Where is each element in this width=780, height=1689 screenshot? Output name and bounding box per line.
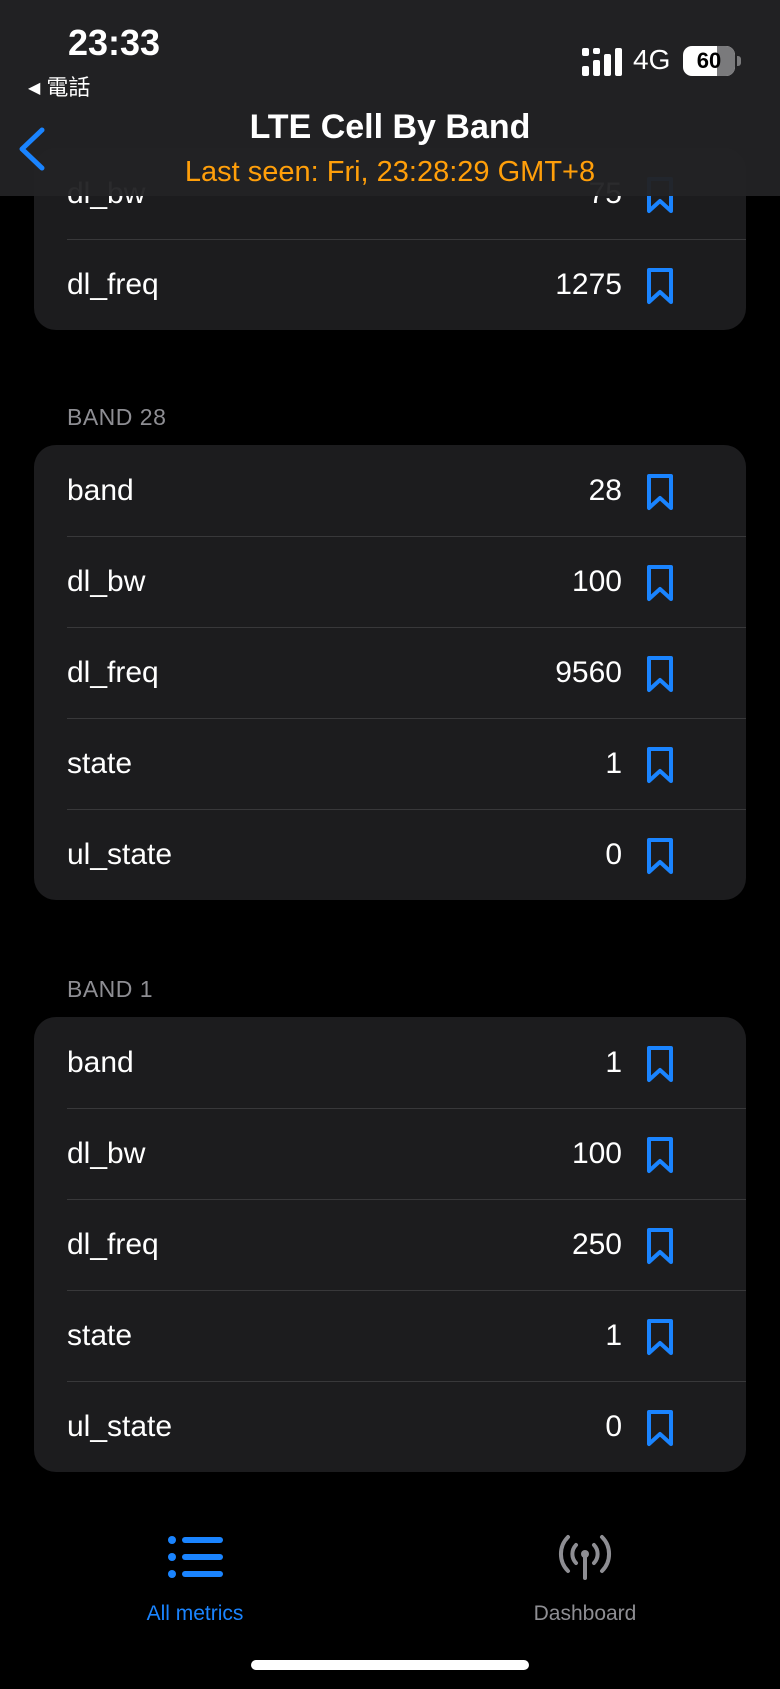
bookmark-icon[interactable] [646, 1409, 674, 1447]
bookmark-icon[interactable] [646, 564, 674, 602]
list-item[interactable]: state 1 [34, 1290, 746, 1381]
tab-bar: All metrics Dashboard [0, 1486, 780, 1689]
metric-key: band [67, 1046, 134, 1079]
metric-value: 1275 [555, 268, 622, 301]
antenna-icon [558, 1535, 612, 1580]
home-indicator[interactable] [251, 1660, 529, 1670]
back-app-label: 電話 [46, 75, 91, 100]
battery-icon: 60 [683, 46, 741, 76]
metric-key: dl_bw [67, 1137, 146, 1170]
page-title: LTE Cell By Band [249, 108, 531, 146]
tab-label: Dashboard [533, 1602, 637, 1625]
metric-value: 100 [571, 1137, 622, 1170]
back-to-app-link[interactable]: ◀ 電話 [28, 70, 90, 102]
section-header: BAND 1 [67, 976, 154, 1002]
bookmark-icon[interactable] [646, 655, 674, 693]
cellular-signal-icon [582, 48, 622, 76]
metric-key: state [67, 747, 133, 780]
metric-key: state [67, 1319, 133, 1352]
tab-all-metrics[interactable]: All metrics [65, 1486, 325, 1626]
metrics-list[interactable]: dl_bw 75 dl_freq 1275 BAND 28 band 28 dl… [0, 0, 780, 1689]
metric-key: band [67, 474, 134, 507]
metric-value: 0 [605, 1410, 622, 1443]
network-type: 4G [633, 44, 671, 75]
tab-label: All metrics [146, 1602, 244, 1625]
metric-key: ul_state [67, 1410, 173, 1443]
metric-value: 1 [605, 747, 622, 780]
metric-value: 100 [571, 565, 622, 598]
bookmark-icon[interactable] [646, 1136, 674, 1174]
last-seen-subtitle: Last seen: Fri, 23:28:29 GMT+8 [184, 156, 596, 188]
list-item[interactable]: ul_state 0 [34, 809, 746, 900]
list-item[interactable]: dl_freq 250 [34, 1199, 746, 1290]
list-item[interactable]: ul_state 0 [34, 1381, 746, 1472]
metric-value: 1 [605, 1319, 622, 1352]
section-header: BAND 28 [67, 404, 167, 430]
bookmark-icon[interactable] [646, 1227, 674, 1265]
bookmark-icon[interactable] [646, 1318, 674, 1356]
tab-dashboard[interactable]: Dashboard [455, 1486, 715, 1626]
list-item[interactable]: band 28 [34, 445, 746, 536]
bookmark-icon[interactable] [646, 473, 674, 511]
bookmark-icon[interactable] [646, 837, 674, 875]
metric-key: dl_freq [67, 268, 159, 301]
section-card: band 1 dl_bw 100 dl_freq 250 state 1 ul_… [34, 1017, 746, 1472]
metric-key: dl_freq [67, 656, 159, 689]
list-item[interactable]: dl_freq 9560 [34, 627, 746, 718]
bookmark-icon[interactable] [646, 267, 674, 305]
back-triangle-icon: ◀ [28, 80, 41, 97]
navigation-bar: 23:33 ◀ 電話 4G 60 LTE Cell By Band Last se… [0, 0, 780, 196]
metric-value: 1 [605, 1046, 622, 1079]
bookmark-icon[interactable] [646, 746, 674, 784]
metric-key: dl_freq [67, 1228, 159, 1261]
list-item[interactable]: dl_freq 1275 [34, 239, 746, 330]
metric-value: 250 [571, 1228, 622, 1261]
list-item[interactable]: band 1 [34, 1017, 746, 1108]
metric-key: ul_state [67, 838, 173, 871]
list-item[interactable]: dl_bw 100 [34, 1108, 746, 1199]
status-time: 23:33 [68, 22, 161, 63]
metric-key: dl_bw [67, 565, 146, 598]
list-item[interactable]: state 1 [34, 718, 746, 809]
section-card: band 28 dl_bw 100 dl_freq 9560 state 1 u… [34, 445, 746, 900]
list-item[interactable]: dl_bw 100 [34, 536, 746, 627]
battery-percentage: 60 [696, 48, 722, 73]
list-icon [168, 1536, 223, 1578]
metric-value: 0 [605, 838, 622, 871]
metric-value: 9560 [555, 656, 622, 689]
metric-value: 28 [588, 474, 622, 507]
bookmark-icon[interactable] [646, 1045, 674, 1083]
